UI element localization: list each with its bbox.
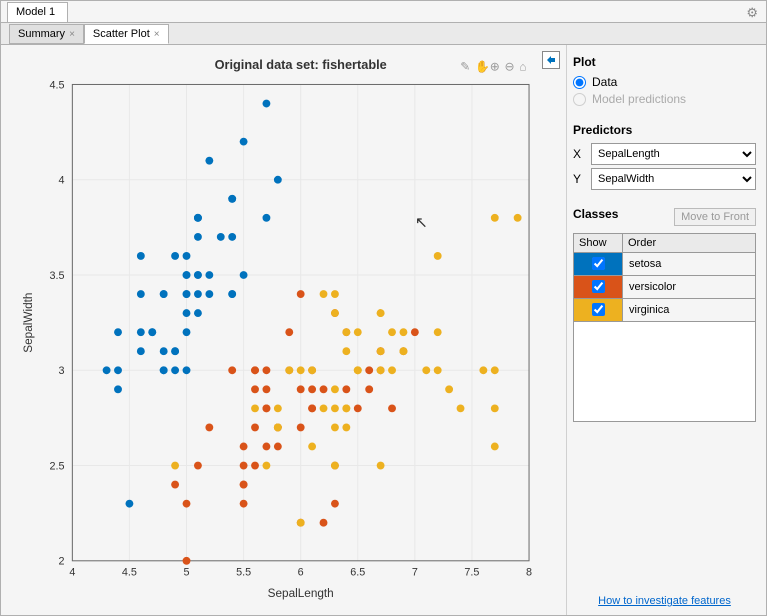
side-panel: Plot Data Model predictions Predictors X…	[566, 45, 766, 615]
plot-section: Plot Data Model predictions	[573, 55, 756, 109]
svg-text:6: 6	[298, 567, 304, 579]
predictors-section: Predictors X SepalLength Y SepalWidth	[573, 123, 756, 193]
svg-text:⌂: ⌂	[519, 61, 526, 74]
svg-text:7: 7	[412, 567, 418, 579]
class-checkbox[interactable]	[592, 280, 605, 293]
help-link[interactable]: How to investigate features	[598, 595, 731, 607]
help-link-row: How to investigate features	[573, 583, 756, 615]
class-row[interactable]: versicolor	[574, 276, 756, 299]
class-name: virginica	[623, 299, 756, 322]
tab-scatter-plot[interactable]: Scatter Plot ×	[84, 24, 169, 44]
radio-pred-label: Model predictions	[592, 92, 686, 106]
class-row[interactable]: virginica	[574, 299, 756, 322]
scatter-chart[interactable]: 4 4.5 5 5.5 6 6.5 7 7.5 8 2 2.5 3 3.5 4 4.5 Original da…	[11, 55, 556, 605]
svg-text:⊕: ⊕	[490, 61, 500, 74]
y-predictor-select[interactable]: SepalWidth	[591, 168, 756, 190]
th-order: Order	[623, 234, 756, 253]
x-label: X	[573, 147, 585, 161]
svg-text:⊖: ⊖	[504, 61, 514, 74]
svg-text:Original data set: fishertable: Original data set: fishertable	[215, 57, 387, 72]
svg-text:3: 3	[58, 365, 64, 377]
svg-text:✋: ✋	[475, 60, 490, 74]
th-show: Show	[574, 234, 623, 253]
class-row[interactable]: setosa	[574, 253, 756, 276]
svg-text:8: 8	[526, 567, 532, 579]
predictors-heading: Predictors	[573, 123, 756, 137]
title-bar: Model 1 ⚙	[1, 1, 766, 23]
y-label: Y	[573, 172, 585, 186]
svg-text:7.5: 7.5	[464, 567, 479, 579]
plot-heading: Plot	[573, 55, 756, 69]
classes-header: Classes Move to Front	[573, 207, 756, 227]
svg-text:4.5: 4.5	[122, 567, 137, 579]
classes-heading: Classes	[573, 207, 618, 221]
svg-text:3.5: 3.5	[49, 270, 64, 282]
tab-bar: Summary × Scatter Plot ×	[1, 23, 766, 45]
tab-label: Summary	[18, 28, 65, 40]
app-window: Model 1 ⚙ Summary × Scatter Plot × 4 4.5 5…	[0, 0, 767, 616]
radio-data[interactable]: Data	[573, 75, 756, 89]
chart-container: 4 4.5 5 5.5 6 6.5 7 7.5 8 2 2.5 3 3.5 4 4.5 Original da…	[11, 55, 556, 605]
svg-text:4.5: 4.5	[49, 79, 64, 91]
svg-text:4: 4	[58, 175, 64, 187]
plot-panel: 4 4.5 5 5.5 6 6.5 7 7.5 8 2 2.5 3 3.5 4 4.5 Original da…	[1, 45, 566, 615]
window-tab[interactable]: Model 1	[7, 2, 68, 22]
svg-text:6.5: 6.5	[350, 567, 365, 579]
class-name: setosa	[623, 253, 756, 276]
radio-pred-input	[573, 93, 586, 106]
y-predictor-row: Y SepalWidth	[573, 168, 756, 190]
classes-table: Show Order setosaversicolorvirginica	[573, 233, 756, 322]
radio-data-input[interactable]	[573, 76, 586, 89]
move-to-front-button[interactable]: Move to Front	[674, 208, 756, 226]
svg-text:2: 2	[58, 556, 64, 568]
gear-icon[interactable]: ⚙	[746, 5, 758, 21]
svg-text:↖: ↖	[415, 214, 428, 231]
window-title: Model 1	[16, 6, 55, 18]
tab-summary[interactable]: Summary ×	[9, 24, 84, 44]
x-predictor-row: X SepalLength	[573, 143, 756, 165]
svg-text:5.5: 5.5	[236, 567, 251, 579]
tab-label: Scatter Plot	[93, 28, 150, 40]
svg-text:5: 5	[184, 567, 190, 579]
classes-section: Classes Move to Front Show Order setosav…	[573, 207, 756, 615]
svg-text:2.5: 2.5	[49, 460, 64, 472]
radio-data-label: Data	[592, 75, 617, 89]
svg-text:SepalLength: SepalLength	[268, 587, 334, 600]
svg-text:4: 4	[69, 567, 75, 579]
close-icon[interactable]: ×	[154, 29, 160, 40]
close-icon[interactable]: ×	[69, 29, 75, 40]
x-predictor-select[interactable]: SepalLength	[591, 143, 756, 165]
class-checkbox[interactable]	[592, 257, 605, 270]
classes-empty-area	[573, 322, 756, 422]
radio-model-predictions: Model predictions	[573, 92, 756, 106]
class-checkbox[interactable]	[592, 303, 605, 316]
svg-text:✎: ✎	[460, 61, 470, 74]
svg-text:SepalWidth: SepalWidth	[22, 293, 35, 353]
content-area: 4 4.5 5 5.5 6 6.5 7 7.5 8 2 2.5 3 3.5 4 4.5 Original da…	[1, 45, 766, 615]
class-name: versicolor	[623, 276, 756, 299]
